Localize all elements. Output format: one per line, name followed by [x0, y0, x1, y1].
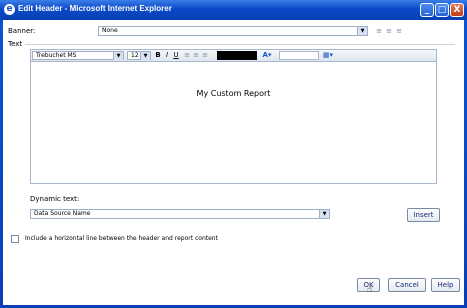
- align-left-icon[interactable]: ≡: [375, 27, 383, 35]
- horizontal-line-label: Include a horizontal line between the he…: [25, 235, 218, 242]
- maximize-button[interactable]: □: [435, 3, 449, 17]
- background-color-swatch[interactable]: [279, 51, 319, 60]
- help-button[interactable]: Help: [431, 278, 460, 292]
- horizontal-line-checkbox[interactable]: [11, 235, 19, 243]
- dynamic-text-select[interactable]: Data Source Name ▼: [30, 209, 330, 219]
- bold-button[interactable]: B: [154, 51, 162, 59]
- font-color-picker-icon[interactable]: A▾: [260, 51, 274, 59]
- font-size-select[interactable]: 12 ▼: [127, 51, 151, 60]
- font-color-swatch[interactable]: [217, 51, 257, 60]
- chevron-down-icon: ▼: [357, 27, 367, 35]
- align-center-icon[interactable]: ≡: [192, 51, 200, 59]
- title-bar[interactable]: e Edit Header - Microsoft Internet Explo…: [0, 0, 467, 20]
- banner-label: Banner:: [8, 27, 36, 35]
- align-right-icon[interactable]: ≡: [201, 51, 209, 59]
- window-title: Edit Header - Microsoft Internet Explore…: [18, 4, 172, 13]
- chevron-down-icon: ▼: [140, 52, 150, 60]
- font-size-value: 12: [131, 52, 139, 59]
- background-color-picker-icon[interactable]: ▦▾: [321, 51, 335, 59]
- minimize-button[interactable]: _: [420, 3, 434, 17]
- dynamic-text-label: Dynamic text:: [30, 195, 80, 203]
- formatting-toolbar: Trebuchet MS ▼ 12 ▼ B I U ≡ ≡ ≡ A▾ ▦▾: [30, 49, 437, 62]
- hand-cursor-icon: ☝: [367, 285, 373, 295]
- align-center-icon[interactable]: ≡: [385, 27, 393, 35]
- dynamic-text-value: Data Source Name: [34, 210, 91, 217]
- dialog-content: Banner: None ▼ ≡ ≡ ≡ Text Trebuchet MS ▼…: [3, 20, 464, 305]
- editor-content: My Custom Report: [196, 89, 271, 98]
- align-right-icon[interactable]: ≡: [395, 27, 403, 35]
- group-divider: [25, 44, 455, 45]
- text-group-label: Text: [8, 40, 23, 48]
- dialog-window: e Edit Header - Microsoft Internet Explo…: [0, 0, 467, 308]
- cancel-button[interactable]: Cancel: [388, 278, 426, 292]
- banner-select[interactable]: None ▼: [98, 26, 368, 36]
- insert-button[interactable]: Insert: [407, 208, 440, 222]
- rich-text-editor[interactable]: My Custom Report: [30, 62, 437, 184]
- close-button[interactable]: X: [450, 3, 464, 17]
- internet-explorer-icon: e: [4, 4, 15, 15]
- chevron-down-icon: ▼: [113, 52, 123, 60]
- italic-button[interactable]: I: [163, 51, 171, 59]
- underline-button[interactable]: U: [172, 51, 180, 59]
- chevron-down-icon: ▼: [319, 210, 329, 218]
- align-left-icon[interactable]: ≡: [183, 51, 191, 59]
- banner-select-value: None: [102, 27, 118, 34]
- font-select[interactable]: Trebuchet MS ▼: [32, 51, 124, 60]
- font-select-value: Trebuchet MS: [36, 52, 77, 59]
